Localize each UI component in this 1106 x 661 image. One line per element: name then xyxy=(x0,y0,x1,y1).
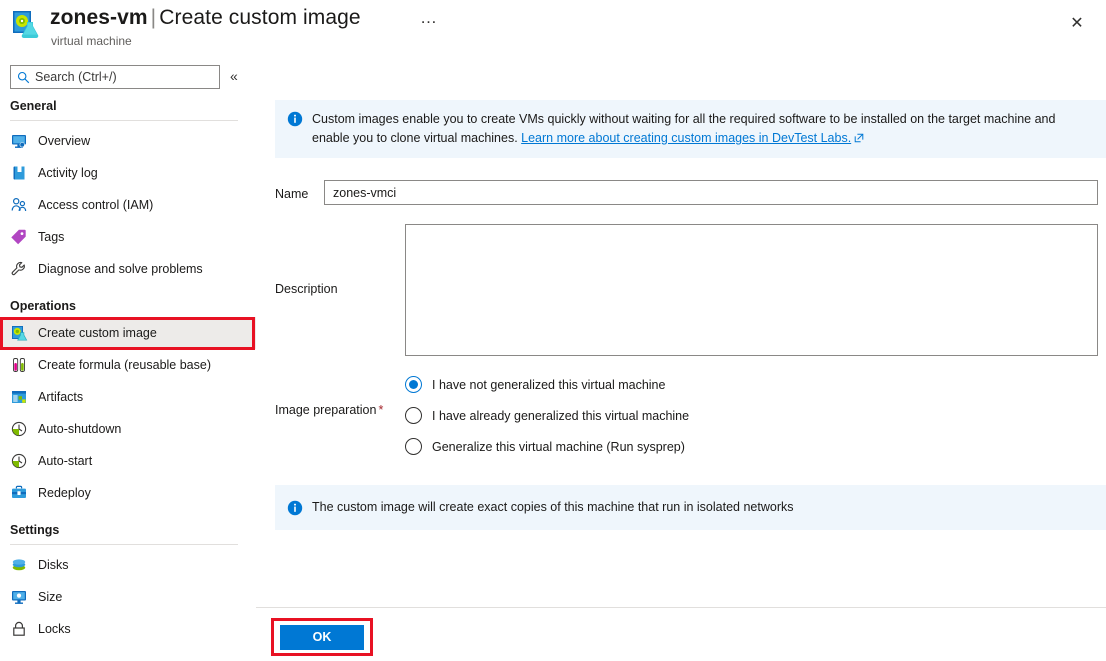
sidebar-item-auto-start[interactable]: Auto-start xyxy=(0,445,256,477)
search-input[interactable] xyxy=(35,70,205,84)
sidebar-item-label: Auto-start xyxy=(38,454,93,468)
sidebar-item-label: Tags xyxy=(38,230,65,244)
radio-label: I have already generalized this virtual … xyxy=(432,408,690,423)
radio-button[interactable] xyxy=(405,376,422,393)
sidebar-item-overview[interactable]: Overview xyxy=(0,125,256,157)
sidebar-item-disks[interactable]: Disks xyxy=(0,549,256,581)
sidebar-item-artifacts[interactable]: Artifacts xyxy=(0,381,256,413)
radio-option-run-sysprep[interactable]: Generalize this virtual machine (Run sys… xyxy=(405,431,689,462)
sidebar-item-label: Diagnose and solve problems xyxy=(38,262,203,276)
sidebar-item-label: Auto-shutdown xyxy=(38,422,122,436)
sidebar-item-size[interactable]: Size xyxy=(0,581,256,613)
sidebar-item-activity-log[interactable]: Activity log xyxy=(0,157,256,189)
external-link-icon xyxy=(854,130,864,143)
sidebar-item-label: Artifacts xyxy=(38,390,84,404)
page-title: zones-vm | Create custom image xyxy=(50,4,361,32)
learn-more-link[interactable]: Learn more about creating custom images … xyxy=(521,131,851,145)
collapse-sidebar-button[interactable]: « xyxy=(230,67,238,85)
custom-image-icon xyxy=(10,8,40,39)
sidebar-item-create-formula[interactable]: Create formula (reusable base) xyxy=(0,349,256,381)
info-banner-bottom: The custom image will create exact copie… xyxy=(275,485,1106,530)
main-content: Custom images enable you to create VMs q… xyxy=(256,56,1106,661)
monitor-icon xyxy=(10,132,28,150)
nav-divider xyxy=(10,120,238,121)
nav-group-general-title: General xyxy=(10,99,57,113)
people-icon xyxy=(10,196,28,214)
artifacts-icon xyxy=(10,388,28,406)
sidebar-item-label: Create custom image xyxy=(38,326,157,340)
ok-button[interactable]: OK xyxy=(280,624,364,650)
vm-name: zones-vm xyxy=(50,6,148,29)
nav-divider xyxy=(10,544,238,545)
radio-option-not-generalized[interactable]: I have not generalized this virtual mach… xyxy=(405,369,689,400)
search-icon xyxy=(17,71,30,84)
description-label: Description xyxy=(275,282,338,296)
description-input[interactable] xyxy=(405,224,1098,356)
sidebar-item-label: Locks xyxy=(38,622,71,636)
blade-title: Create custom image xyxy=(159,6,361,29)
resource-type-subtitle: virtual machine xyxy=(51,34,132,48)
tag-icon xyxy=(10,228,28,246)
image-preparation-label-text: Image preparation xyxy=(275,403,377,417)
info-banner-bottom-text: The custom image will create exact copie… xyxy=(312,500,794,514)
sidebar-item-auto-shutdown[interactable]: Auto-shutdown xyxy=(0,413,256,445)
custom-image-icon xyxy=(10,324,28,342)
sidebar-item-label: Access control (IAM) xyxy=(38,198,154,212)
sidebar-item-diagnose[interactable]: Diagnose and solve problems xyxy=(0,253,256,285)
close-icon[interactable]: ✕ xyxy=(1062,8,1092,38)
book-icon xyxy=(10,164,28,182)
title-separator: | xyxy=(150,6,157,29)
test-tubes-icon xyxy=(10,356,28,374)
clock-icon xyxy=(10,420,28,438)
sidebar-item-label: Size xyxy=(38,590,63,604)
sidebar-item-label: Redeploy xyxy=(38,486,91,500)
sidebar-item-label: Activity log xyxy=(38,166,98,180)
name-input[interactable] xyxy=(324,180,1098,205)
blade-header: zones-vm | Create custom image virtual mac… xyxy=(0,0,1106,56)
radio-label: I have not generalized this virtual mach… xyxy=(432,377,666,392)
sidebar-item-label: Create formula (reusable base) xyxy=(38,358,211,372)
sidebar-nav: General Overview Activity log Access con… xyxy=(0,96,256,645)
sidebar: « General Overview xyxy=(0,56,256,661)
image-preparation-label: Image preparation * xyxy=(275,403,383,417)
radio-button[interactable] xyxy=(405,407,422,424)
info-icon xyxy=(287,500,303,516)
clock-icon xyxy=(10,452,28,470)
footer-divider xyxy=(256,607,1106,608)
monitor-icon xyxy=(10,588,28,606)
more-menu-button[interactable]: … xyxy=(420,8,438,28)
sidebar-item-tags[interactable]: Tags xyxy=(0,221,256,253)
sidebar-item-create-custom-image[interactable]: Create custom image xyxy=(0,317,256,350)
sidebar-item-access-control[interactable]: Access control (IAM) xyxy=(0,189,256,221)
sidebar-item-label: Disks xyxy=(38,558,69,572)
search-box[interactable] xyxy=(10,65,220,89)
required-marker: * xyxy=(378,403,384,417)
wrench-icon xyxy=(10,260,28,278)
radio-option-already-generalized[interactable]: I have already generalized this virtual … xyxy=(405,400,689,431)
info-banner-top-text: Custom images enable you to create VMs q… xyxy=(312,110,1094,148)
nav-group-settings-title: Settings xyxy=(10,523,60,537)
sidebar-item-redeploy[interactable]: Redeploy xyxy=(0,477,256,509)
sidebar-item-label: Overview xyxy=(38,134,91,148)
name-label: Name xyxy=(275,187,309,201)
toolbox-icon xyxy=(10,484,28,502)
ok-button-highlight-box: OK xyxy=(271,618,373,656)
image-preparation-radio-group: I have not generalized this virtual mach… xyxy=(405,369,689,462)
radio-button[interactable] xyxy=(405,438,422,455)
info-banner-top: Custom images enable you to create VMs q… xyxy=(275,100,1106,158)
azure-portal-blade: zones-vm | Create custom image virtual mac… xyxy=(0,0,1106,661)
radio-label: Generalize this virtual machine (Run sys… xyxy=(432,439,685,454)
disks-icon xyxy=(10,556,28,574)
nav-group-operations-title: Operations xyxy=(10,299,76,313)
lock-icon xyxy=(10,620,28,638)
info-icon xyxy=(287,111,303,127)
sidebar-item-locks[interactable]: Locks xyxy=(0,613,256,645)
